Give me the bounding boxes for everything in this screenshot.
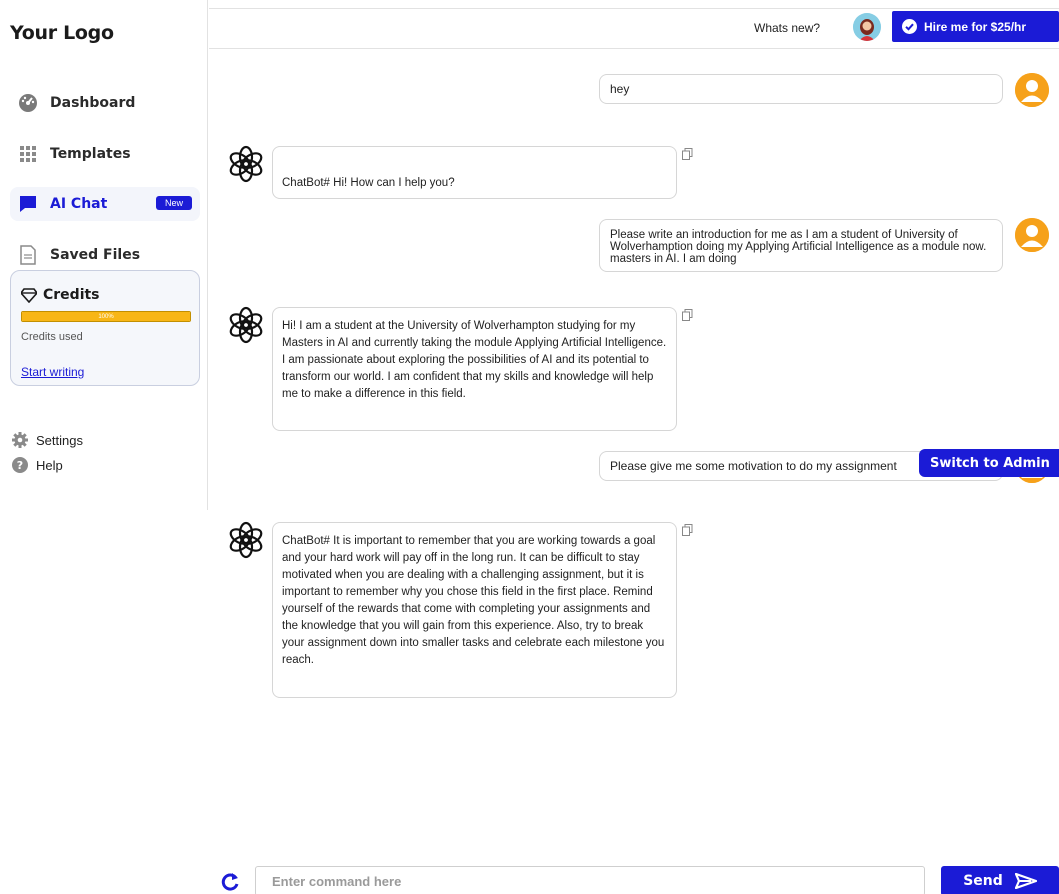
credits-card: Credits 100% Credits used Start writing — [10, 270, 200, 386]
hire-me-label: Hire me for $25/hr — [924, 19, 1027, 34]
nav-ai-chat[interactable]: AI Chat New — [10, 187, 200, 221]
credits-progress-bar: 100% — [21, 311, 191, 322]
credits-progress-fill: 100% — [22, 312, 190, 321]
chatbot-logo-icon — [227, 145, 265, 183]
copy-icon[interactable] — [682, 523, 693, 536]
send-button[interactable]: Send — [941, 866, 1059, 894]
nav-dashboard[interactable]: Dashboard — [10, 86, 200, 120]
send-label: Send — [963, 873, 1003, 889]
switch-to-admin-button[interactable]: Switch to Admin — [919, 449, 1059, 477]
whats-new-link[interactable]: Whats new? — [754, 21, 820, 35]
bot-message: ChatBot# It is important to remember tha… — [272, 522, 677, 698]
credits-title-label: Credits — [43, 287, 100, 303]
nav-help[interactable]: ? Help — [12, 457, 63, 473]
nav-help-label: Help — [36, 457, 63, 473]
hire-me-button[interactable]: Hire me for $25/hr — [892, 11, 1059, 42]
user-avatar — [1015, 73, 1049, 107]
bot-message: Hi! I am a student at the University of … — [272, 307, 677, 431]
nav-templates-label: Templates — [50, 146, 131, 162]
command-input[interactable] — [255, 866, 925, 894]
dashboard-icon — [18, 93, 38, 113]
chatbot-logo-icon — [227, 521, 265, 559]
refresh-icon[interactable] — [220, 872, 240, 892]
copy-icon[interactable] — [682, 147, 693, 160]
credits-used-label: Credits used — [21, 331, 83, 343]
file-icon — [18, 245, 38, 265]
sidebar: Your Logo Dashboard Templates AI Chat Ne… — [0, 0, 208, 510]
send-arrow-icon — [1014, 872, 1037, 890]
svg-text:?: ? — [17, 459, 23, 472]
top-header: Whats new? Hire me for $25/hr — [209, 8, 1059, 49]
start-writing-link[interactable]: Start writing — [21, 365, 84, 379]
new-badge: New — [155, 196, 192, 210]
nav-settings[interactable]: Settings — [12, 432, 83, 448]
nav-ai-chat-label: AI Chat — [50, 196, 108, 212]
check-circle-icon — [902, 19, 917, 34]
user-avatar — [1015, 218, 1049, 252]
help-icon: ? — [12, 457, 28, 473]
nav-dashboard-label: Dashboard — [50, 95, 136, 111]
nav-templates[interactable]: Templates — [10, 137, 200, 171]
copy-icon[interactable] — [682, 308, 693, 321]
chat-icon — [18, 194, 38, 214]
header-avatar[interactable] — [853, 13, 881, 41]
gear-icon — [12, 432, 28, 448]
credits-title: Credits — [19, 287, 100, 304]
nav-saved-files[interactable]: Saved Files — [10, 238, 200, 272]
bot-message: ChatBot# Hi! How can I help you? — [272, 146, 677, 199]
diamond-icon — [19, 287, 39, 304]
nav-settings-label: Settings — [36, 432, 83, 448]
user-message: hey — [599, 74, 1003, 104]
logo[interactable]: Your Logo — [10, 22, 114, 44]
nav-saved-files-label: Saved Files — [50, 247, 141, 263]
grid-icon — [18, 144, 38, 164]
user-message: Please write an introduction for me as I… — [599, 219, 1003, 272]
chatbot-logo-icon — [227, 306, 265, 344]
